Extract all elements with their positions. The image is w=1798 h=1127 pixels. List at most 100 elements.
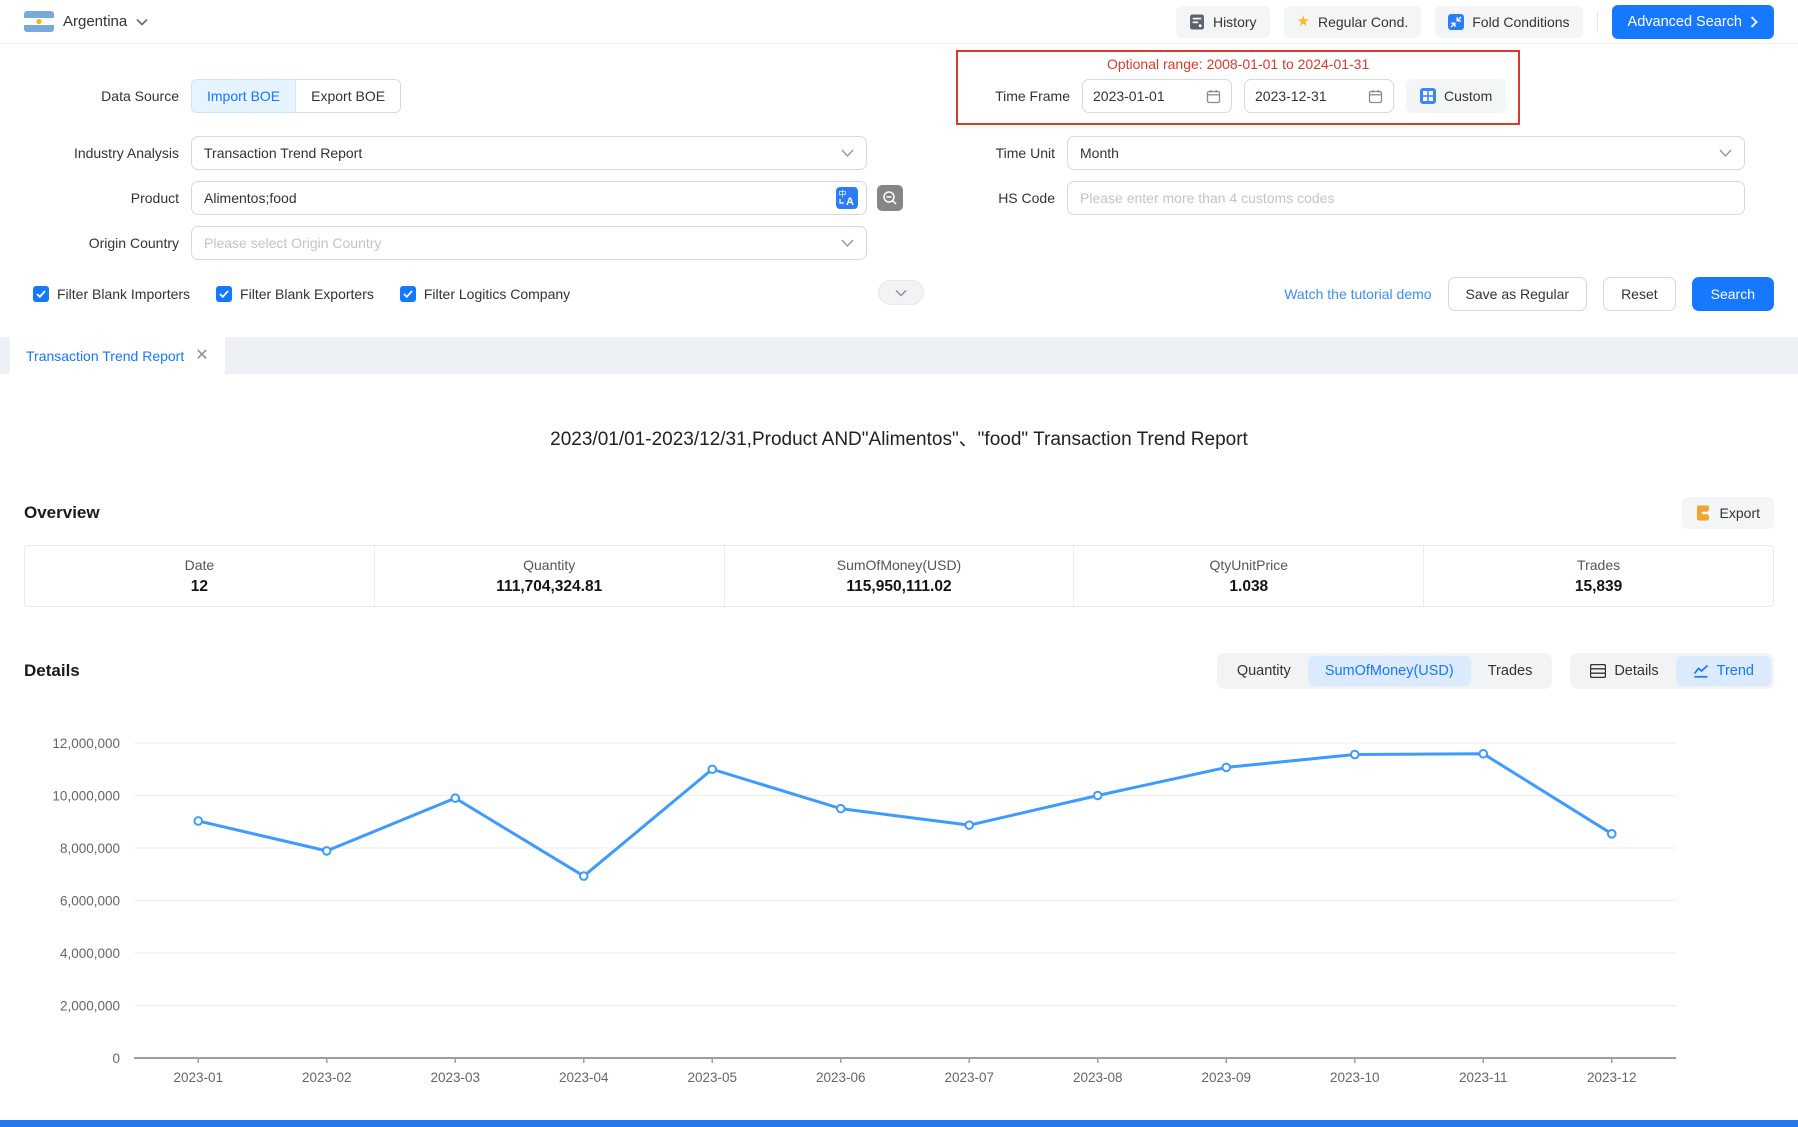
svg-text:2023-04: 2023-04 (559, 1070, 609, 1085)
svg-text:2023-12: 2023-12 (1587, 1070, 1637, 1085)
svg-text:8,000,000: 8,000,000 (60, 841, 120, 856)
fold-conditions-button[interactable]: Fold Conditions (1435, 6, 1582, 38)
svg-text:2023-05: 2023-05 (687, 1070, 737, 1085)
custom-label: Custom (1444, 88, 1492, 104)
optional-range-text: Optional range: 2008-01-01 to 2024-01-31 (970, 56, 1506, 72)
calendar-icon (1368, 89, 1383, 104)
svg-text:2023-07: 2023-07 (944, 1070, 994, 1085)
svg-text:2023-03: 2023-03 (430, 1070, 480, 1085)
checkbox-checked-icon (216, 286, 232, 302)
hs-code-input[interactable] (1067, 181, 1745, 215)
overview-heading: Overview (24, 503, 100, 523)
metric-tab-trades[interactable]: Trades (1471, 656, 1550, 686)
history-button[interactable]: History (1176, 6, 1270, 38)
filter-logitics-company-checkbox[interactable]: Filter Logitics Company (400, 286, 570, 302)
svg-text:4,000,000: 4,000,000 (60, 946, 120, 961)
import-boe-option[interactable]: Import BOE (191, 79, 296, 113)
trend-chart: 0 2,000,000 4,000,000 6,000,000 8,000,000 10,… (24, 717, 1774, 1101)
origin-country-select[interactable]: Please select Origin Country (191, 226, 867, 260)
checkbox-checked-icon (33, 286, 49, 302)
country-name: Argentina (63, 13, 127, 30)
tab-label: Transaction Trend Report (26, 348, 184, 364)
checkbox-label: Filter Logitics Company (424, 286, 570, 302)
zoom-exclude-icon (882, 190, 898, 206)
product-label: Product (24, 190, 179, 206)
svg-text:0: 0 (112, 1051, 120, 1066)
industry-analysis-value: Transaction Trend Report (204, 145, 362, 161)
export-button[interactable]: Export (1682, 497, 1774, 529)
svg-text:2023-11: 2023-11 (1459, 1070, 1508, 1085)
stat-sum-of-money: SumOfMoney(USD) 115,950,111.02 (724, 546, 1074, 606)
fold-icon (1448, 14, 1464, 30)
stat-date: Date 12 (25, 546, 374, 606)
overview-stats-card: Date 12 Quantity 111,704,324.81 SumOfMon… (24, 545, 1774, 607)
svg-text:2,000,000: 2,000,000 (60, 999, 120, 1014)
custom-icon (1420, 88, 1436, 104)
custom-range-button[interactable]: Custom (1406, 79, 1506, 113)
exclude-search-button[interactable] (877, 185, 903, 211)
chevron-down-icon (1719, 149, 1732, 157)
origin-country-label: Origin Country (24, 235, 179, 251)
regular-cond-button[interactable]: ★ Regular Cond. (1284, 6, 1422, 38)
fold-conditions-label: Fold Conditions (1472, 14, 1569, 30)
industry-analysis-select[interactable]: Transaction Trend Report (191, 136, 867, 170)
collapse-conditions-toggle[interactable] (878, 280, 924, 305)
data-source-segmented: Import BOE Export BOE (191, 79, 401, 113)
country-selector[interactable]: Argentina (24, 11, 148, 32)
tab-transaction-trend-report[interactable]: Transaction Trend Report ✕ (10, 337, 225, 374)
search-button[interactable]: Search (1692, 277, 1774, 311)
tab-bar: Transaction Trend Report ✕ (0, 337, 1798, 374)
chevron-down-icon (841, 149, 854, 157)
filter-blank-exporters-checkbox[interactable]: Filter Blank Exporters (216, 286, 374, 302)
start-date-field[interactable]: 2023-01-01 (1082, 79, 1232, 113)
end-date-field[interactable]: 2023-12-31 (1244, 79, 1394, 113)
stat-trades: Trades 15,839 (1423, 546, 1773, 606)
checkbox-checked-icon (400, 286, 416, 302)
svg-text:10,000,000: 10,000,000 (52, 789, 120, 804)
history-label: History (1213, 14, 1257, 30)
export-label: Export (1720, 505, 1760, 521)
advanced-search-label: Advanced Search (1628, 14, 1742, 30)
svg-text:6,000,000: 6,000,000 (60, 894, 120, 909)
industry-analysis-label: Industry Analysis (24, 145, 179, 161)
stat-qty-unit-price: QtyUnitPrice 1.038 (1073, 546, 1423, 606)
time-frame-label: Time Frame (970, 88, 1070, 104)
filter-panel: Data Source Import BOE Export BOE Option… (0, 44, 1798, 337)
svg-text:2023-06: 2023-06 (816, 1070, 866, 1085)
metric-tab-sum-of-money[interactable]: SumOfMoney(USD) (1308, 656, 1471, 686)
filter-blank-importers-checkbox[interactable]: Filter Blank Importers (33, 286, 190, 302)
origin-country-placeholder: Please select Origin Country (204, 235, 381, 251)
metric-segmented-control: Quantity SumOfMoney(USD) Trades (1217, 653, 1553, 689)
translate-icon[interactable]: 中A (836, 187, 858, 209)
regular-cond-label: Regular Cond. (1318, 14, 1408, 30)
view-tab-details[interactable]: Details (1573, 656, 1675, 686)
topbar: Argentina History ★ Regular Cond. Fold C… (0, 0, 1798, 44)
chevron-down-icon (841, 239, 854, 247)
details-heading: Details (24, 661, 80, 681)
trend-chart-container: 0 2,000,000 4,000,000 6,000,000 8,000,000 10,… (24, 717, 1774, 1104)
product-input[interactable] (191, 181, 867, 215)
chevron-down-icon (136, 18, 148, 26)
reset-button[interactable]: Reset (1603, 277, 1676, 311)
view-tab-trend[interactable]: Trend (1676, 656, 1771, 686)
tutorial-link[interactable]: Watch the tutorial demo (1284, 286, 1431, 302)
close-icon[interactable]: ✕ (195, 348, 208, 364)
chevron-down-icon (895, 289, 907, 297)
metric-tab-quantity[interactable]: Quantity (1220, 656, 1308, 686)
time-unit-select[interactable]: Month (1067, 136, 1745, 170)
svg-text:2023-02: 2023-02 (302, 1070, 352, 1085)
history-icon (1189, 14, 1205, 30)
svg-text:2023-09: 2023-09 (1201, 1070, 1251, 1085)
time-frame-highlight-box: Optional range: 2008-01-01 to 2024-01-31… (956, 50, 1520, 125)
report-title: 2023/01/01-2023/12/31,Product AND"Alimen… (115, 424, 1683, 451)
export-boe-option[interactable]: Export BOE (296, 79, 401, 113)
stat-quantity: Quantity 111,704,324.81 (374, 546, 724, 606)
advanced-search-button[interactable]: Advanced Search (1612, 5, 1774, 39)
checkbox-label: Filter Blank Exporters (240, 286, 374, 302)
start-date-value: 2023-01-01 (1093, 88, 1165, 104)
svg-text:2023-01: 2023-01 (173, 1070, 223, 1085)
save-as-regular-button[interactable]: Save as Regular (1448, 277, 1588, 311)
svg-text:12,000,000: 12,000,000 (52, 736, 120, 751)
data-source-label: Data Source (24, 88, 179, 104)
star-icon: ★ (1297, 14, 1310, 29)
